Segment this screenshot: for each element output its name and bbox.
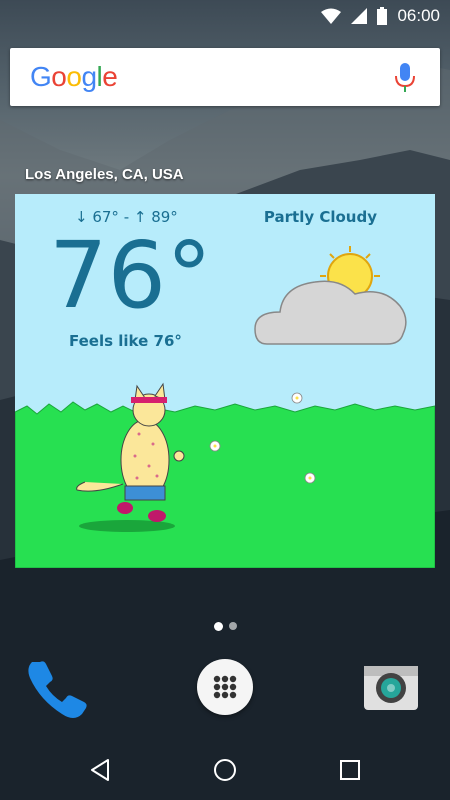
navigation-bar [0, 740, 450, 800]
battery-icon [377, 7, 388, 25]
page-dot [228, 622, 237, 630]
page-indicator [0, 622, 450, 631]
clock: 06:00 [397, 6, 440, 25]
google-logo: Google [30, 61, 118, 92]
phone-icon[interactable] [22, 652, 94, 724]
cell-signal-icon [351, 8, 368, 24]
recents-icon[interactable] [337, 757, 363, 783]
back-icon[interactable] [88, 757, 114, 783]
mic-icon[interactable] [394, 63, 416, 93]
camera-icon[interactable] [360, 660, 422, 712]
status-bar: 06:00 [0, 0, 450, 32]
weather-condition: Partly Cloudy [263, 208, 377, 226]
home-icon[interactable] [212, 757, 238, 783]
weather-widget[interactable]: ↓ 67° - ↑ 89° 76° Feels like 76° Partly … [15, 194, 435, 568]
google-search-bar[interactable]: Google [10, 48, 440, 106]
current-temperature: 76° [49, 222, 213, 329]
apps-drawer-icon[interactable] [197, 659, 253, 715]
weather-location: Los Angeles, CA, USA [25, 166, 184, 183]
wifi-icon [321, 8, 342, 24]
feels-like: Feels like 76° [69, 332, 182, 350]
page-dot-active [213, 622, 223, 631]
cloud-icon [254, 280, 407, 345]
